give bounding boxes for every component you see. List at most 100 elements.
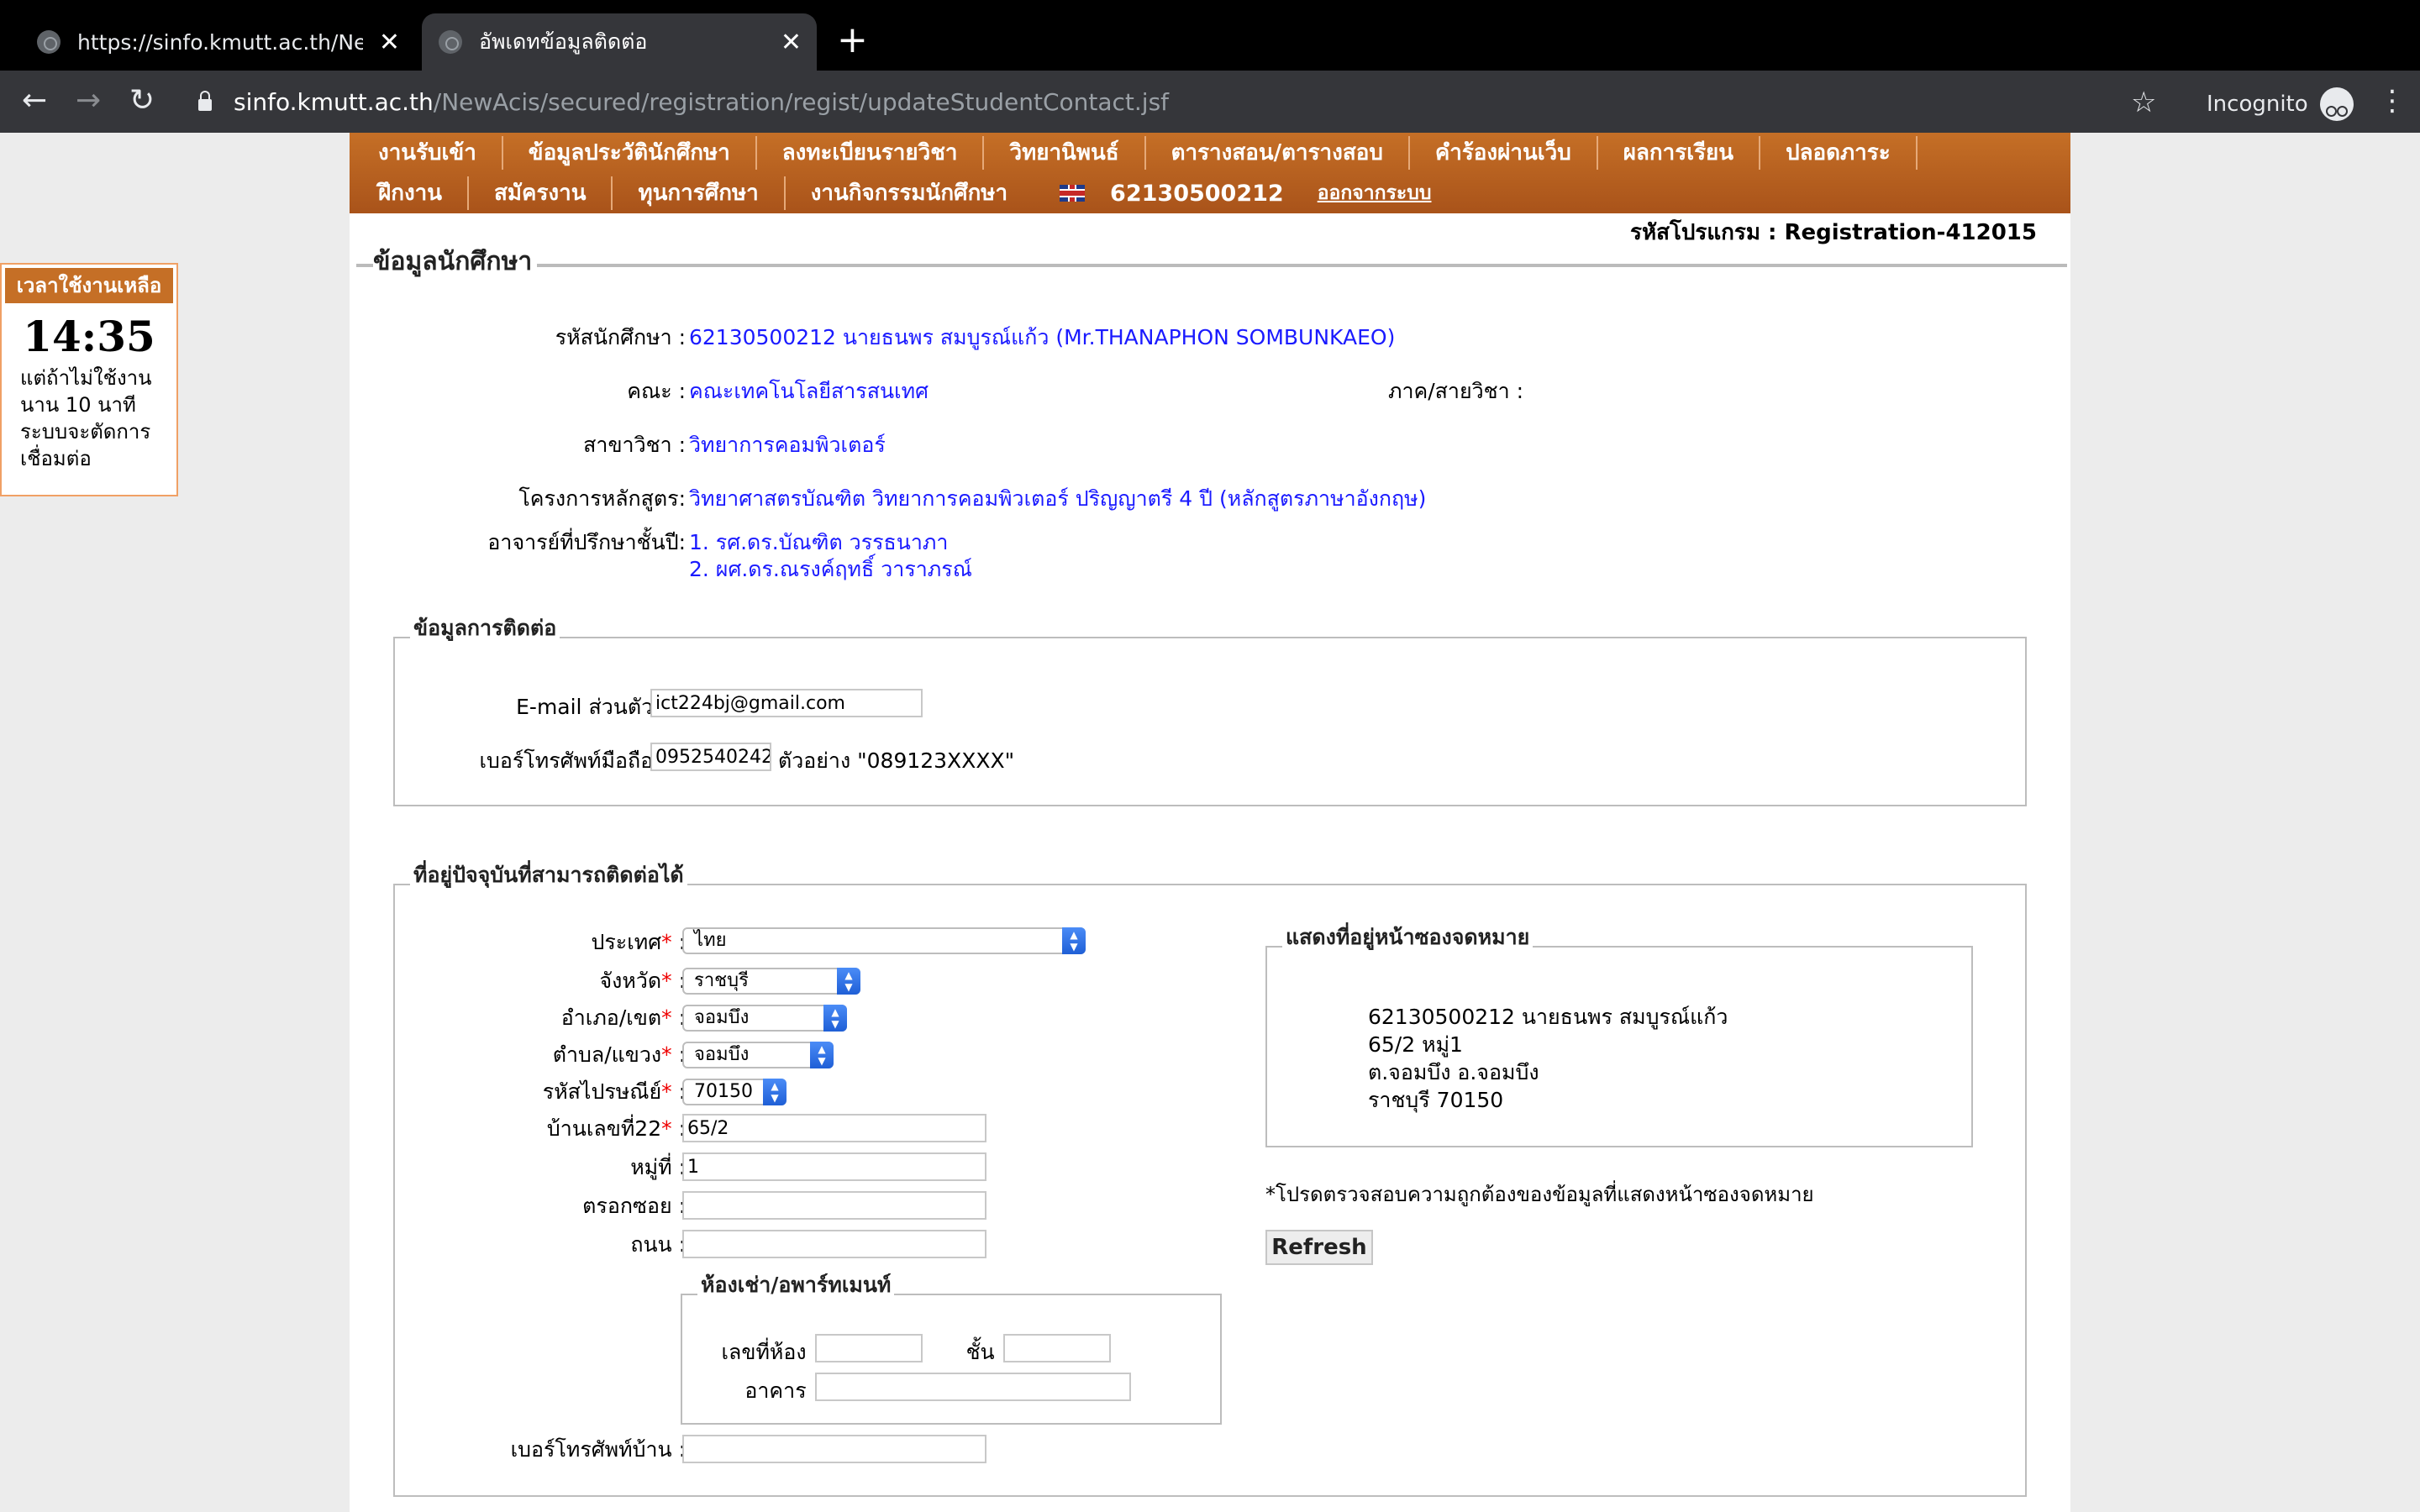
menu-admission[interactable]: งานรับเข้า (350, 136, 503, 170)
incognito-icon (2319, 87, 2354, 121)
province-select[interactable]: ราชบุรี ▲ ▼ (682, 968, 860, 995)
menu-scholarship[interactable]: ทุนการศึกษา (613, 176, 786, 210)
contact-legend: ข้อมูลการติดต่อ (410, 612, 560, 645)
required-marker: * (661, 1005, 672, 1030)
phone-example: ตัวอย่าง "089123XXXX" (778, 748, 1015, 773)
select-arrows-icon: ▲ ▼ (763, 1079, 786, 1105)
province-label: จังหวัด* : (599, 969, 686, 993)
section-divider (356, 264, 2067, 267)
floor-label: ชั้น : (965, 1340, 1008, 1364)
timer-message-line: ระบบจะตัดการ (20, 420, 151, 444)
department-label: ภาค/สายวิชา : (1388, 379, 1524, 403)
logout-link[interactable]: ออกจากระบบ (1318, 178, 1432, 208)
menu-student-activities[interactable]: งานกิจกรรมนักศึกษา (786, 176, 1033, 210)
subdistrict-select[interactable]: จอมบึง ▲ ▼ (682, 1042, 834, 1068)
address-bar[interactable]: sinfo.kmutt.ac.th/NewAcis/secured/regist… (198, 82, 2131, 121)
timer-header: เวลาใช้งานเหลือ (5, 268, 173, 303)
envelope-line: 62130500212 นายธนพร สมบูรณ์แก้ว (1368, 1005, 1728, 1029)
road-field[interactable] (682, 1230, 986, 1258)
soi-field[interactable] (682, 1191, 986, 1220)
envelope-legend: แสดงที่อยู่หน้าซองจดหมาย (1282, 921, 1534, 954)
building-field[interactable] (815, 1373, 1131, 1401)
timer-message-line: นาน 10 นาที (20, 393, 136, 417)
menu-row-1: งานรับเข้า ข้อมูลประวัตินักศึกษา ลงทะเบี… (350, 133, 1918, 173)
menu-job-application[interactable]: สมัครงาน (469, 176, 613, 210)
select-arrows-icon: ▲ ▼ (1062, 927, 1086, 954)
browser-tab-1[interactable]: https://sinfo.kmutt.ac.th/NewAci ✕ (20, 13, 415, 71)
faculty-label: คณะ : (627, 379, 686, 403)
curriculum-value: วิทยาศาสตรบัณฑิต วิทยาการคอมพิวเตอร์ ปริ… (689, 486, 1427, 511)
timer-message-line: เชื่อมต่อ (20, 447, 92, 470)
email-field[interactable]: ict224bj@gmail.com (650, 689, 923, 717)
new-tab-icon[interactable]: + (837, 22, 868, 59)
mobile-field[interactable]: 0952540242 (650, 743, 771, 771)
english-flag-icon[interactable] (1060, 185, 1086, 202)
house-number-label: บ้านเลขที่22* : (546, 1116, 686, 1141)
curriculum-row: โครงการหลักสูตร: วิทยาศาสตรบัณฑิต วิทยาก… (350, 482, 2030, 511)
country-select[interactable]: ไทย ▲ ▼ (682, 927, 1086, 954)
select-arrows-icon: ▲ ▼ (837, 968, 860, 995)
main-content: งานรับเข้า ข้อมูลประวัตินักศึกษา ลงทะเบี… (350, 133, 2070, 1512)
required-marker: * (661, 1116, 672, 1141)
road-label: ถนน : (630, 1232, 686, 1257)
district-select[interactable]: จอมบึง ▲ ▼ (682, 1005, 847, 1032)
faculty-value: คณะเทคโนโลยีสารสนเทศ (689, 379, 929, 403)
incognito-indicator[interactable]: Incognito (2207, 87, 2354, 121)
menu-student-profile[interactable]: ข้อมูลประวัตินักศึกษา (503, 136, 757, 170)
menu-web-petition[interactable]: คำร้องผ่านเว็บ (1410, 136, 1598, 170)
timer-message: แต่ถ้าไม่ใช้งาน นาน 10 นาที ระบบจะตัดการ… (2, 361, 176, 472)
country-label-text: ประเทศ (591, 930, 662, 954)
mobile-label: เบอร์โทรศัพท์มือถือ* : (400, 744, 677, 778)
major-value: วิทยาการคอมพิวเตอร์ (689, 433, 886, 457)
session-timer: เวลาใช้งานเหลือ 14:35 แต่ถ้าไม่ใช้งาน นา… (0, 263, 178, 496)
back-icon[interactable]: ← (22, 82, 47, 119)
bookmark-star-icon[interactable]: ☆ (2131, 86, 2156, 119)
url-host: sinfo.kmutt.ac.th (234, 87, 434, 116)
forward-icon[interactable]: → (76, 82, 101, 119)
timer-message-line: แต่ถ้าไม่ใช้งาน (20, 366, 152, 390)
district-label: อำเภอ/เขต* : (560, 1005, 686, 1030)
menu-row-2: ฝึกงาน สมัครงาน ทุนการศึกษา งานกิจกรรมนั… (350, 173, 1431, 213)
browser-tab-2[interactable]: อัพเดทข้อมูลติดต่อ ✕ (422, 13, 817, 71)
browser-tab-bar: https://sinfo.kmutt.ac.th/NewAci ✕ อัพเด… (0, 0, 2420, 71)
menu-course-registration[interactable]: ลงทะเบียนรายวิชา (757, 136, 985, 170)
home-phone-field[interactable] (682, 1435, 986, 1463)
district-selected: จอมบึง (694, 1007, 750, 1028)
house-number-field[interactable]: 65/2 (682, 1114, 986, 1142)
advisor-label: อาจารย์ที่ปรึกษาชั้นปี: (487, 530, 686, 554)
moo-label: หมู่ที่ : (630, 1155, 686, 1179)
subdistrict-label: ตำบล/แขวง* : (552, 1042, 686, 1067)
mobile-label-text: เบอร์โทรศัพท์มือถือ (479, 748, 654, 773)
browser-menu-icon[interactable]: ⋮ (2378, 84, 2407, 118)
close-tab-icon[interactable]: ✕ (379, 28, 400, 57)
refresh-button[interactable]: Refresh (1265, 1230, 1373, 1265)
menu-grades[interactable]: ผลการเรียน (1598, 136, 1761, 170)
student-id-row: รหัสนักศึกษา : 62130500212 นายธนพร สมบูร… (350, 321, 2030, 349)
menu-clearance[interactable]: ปลอดภาระ (1760, 136, 1918, 170)
student-id-label: รหัสนักศึกษา : (555, 325, 686, 349)
envelope-line: ต.จอมบึง อ.จอมบึง (1368, 1060, 1539, 1084)
browser-toolbar: ← → ↻ sinfo.kmutt.ac.th/NewAcis/secured/… (0, 71, 2420, 133)
moo-field[interactable]: 1 (682, 1152, 986, 1181)
menu-schedule[interactable]: ตารางสอน/ตารางสอบ (1146, 136, 1410, 170)
globe-icon (37, 30, 60, 54)
url-path: /NewAcis/secured/registration/regist/upd… (433, 87, 1170, 116)
menu-internship[interactable]: ฝึกงาน (350, 176, 470, 210)
close-tab-icon[interactable]: ✕ (781, 28, 802, 57)
postcode-select[interactable]: 70150 ▲ ▼ (682, 1079, 786, 1105)
reload-icon[interactable]: ↻ (129, 82, 155, 119)
required-marker: * (661, 930, 672, 954)
soi-label: ตรอกซอย : (582, 1194, 686, 1218)
program-code: รหัสโปรแกรม : Registration-412015 (1629, 220, 2037, 245)
menu-thesis[interactable]: วิทยานิพนธ์ (984, 136, 1146, 170)
province-selected: ราชบุรี (694, 970, 749, 991)
subdistrict-label-text: ตำบล/แขวง (552, 1042, 662, 1067)
floor-field[interactable] (1003, 1334, 1111, 1362)
postcode-selected: 70150 (694, 1081, 753, 1102)
email-label: E-mail ส่วนตัว* : (425, 690, 677, 724)
room-field[interactable] (815, 1334, 923, 1362)
section-title: ข้อมูลนักศึกษา (373, 242, 538, 281)
select-arrows-icon: ▲ ▼ (823, 1005, 847, 1032)
country-selected: ไทย (694, 930, 727, 951)
page-viewport: เวลาใช้งานเหลือ 14:35 แต่ถ้าไม่ใช้งาน นา… (0, 133, 2420, 1512)
